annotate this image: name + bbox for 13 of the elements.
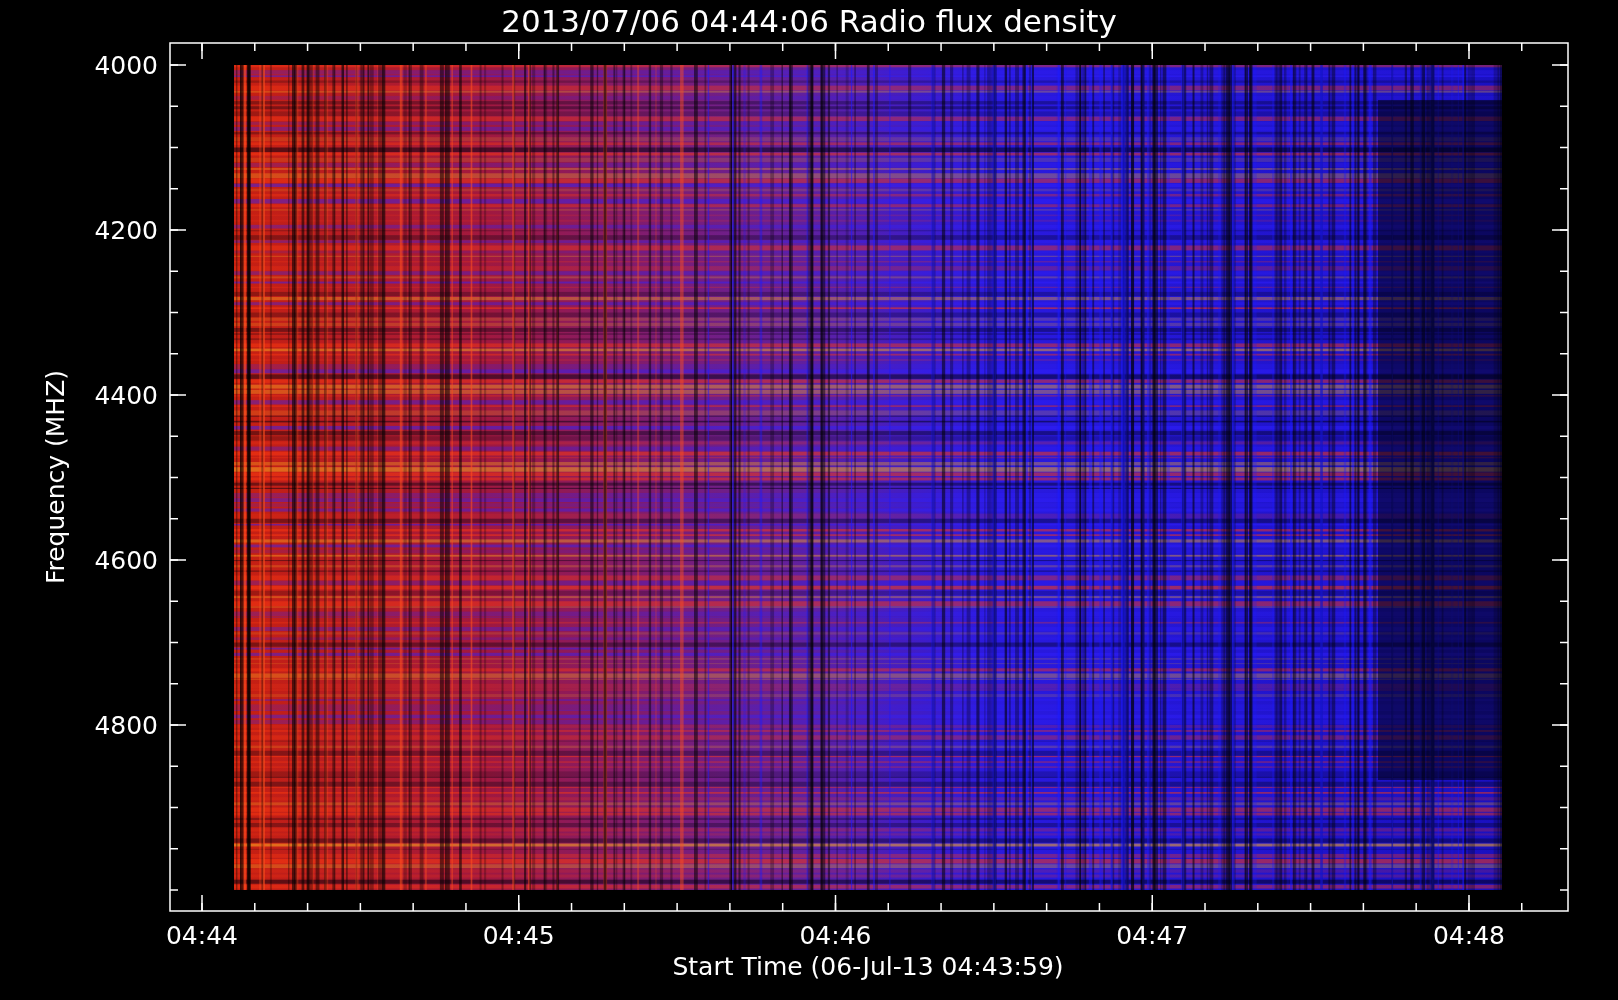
y-axis-label: Frequency (MHZ)	[41, 369, 70, 585]
y-tick-label: 4800	[94, 711, 158, 740]
x-axis-label: Start Time (06-Jul-13 04:43:59)	[672, 952, 1064, 981]
plot-title: 2013/07/06 04:44:06 Radio flux density	[501, 3, 1117, 39]
y-tick-label: 4000	[94, 51, 158, 80]
x-tick-label: 04:46	[799, 921, 872, 950]
x-tick-label: 04:47	[1116, 921, 1189, 950]
y-tick-label: 4400	[94, 381, 158, 410]
x-tick-label: 04:48	[1433, 921, 1505, 950]
x-tick-label: 04:45	[482, 921, 555, 950]
x-tick-label: 04:44	[166, 921, 238, 950]
y-tick-label: 4600	[94, 546, 158, 575]
y-tick-label: 4200	[94, 216, 158, 245]
